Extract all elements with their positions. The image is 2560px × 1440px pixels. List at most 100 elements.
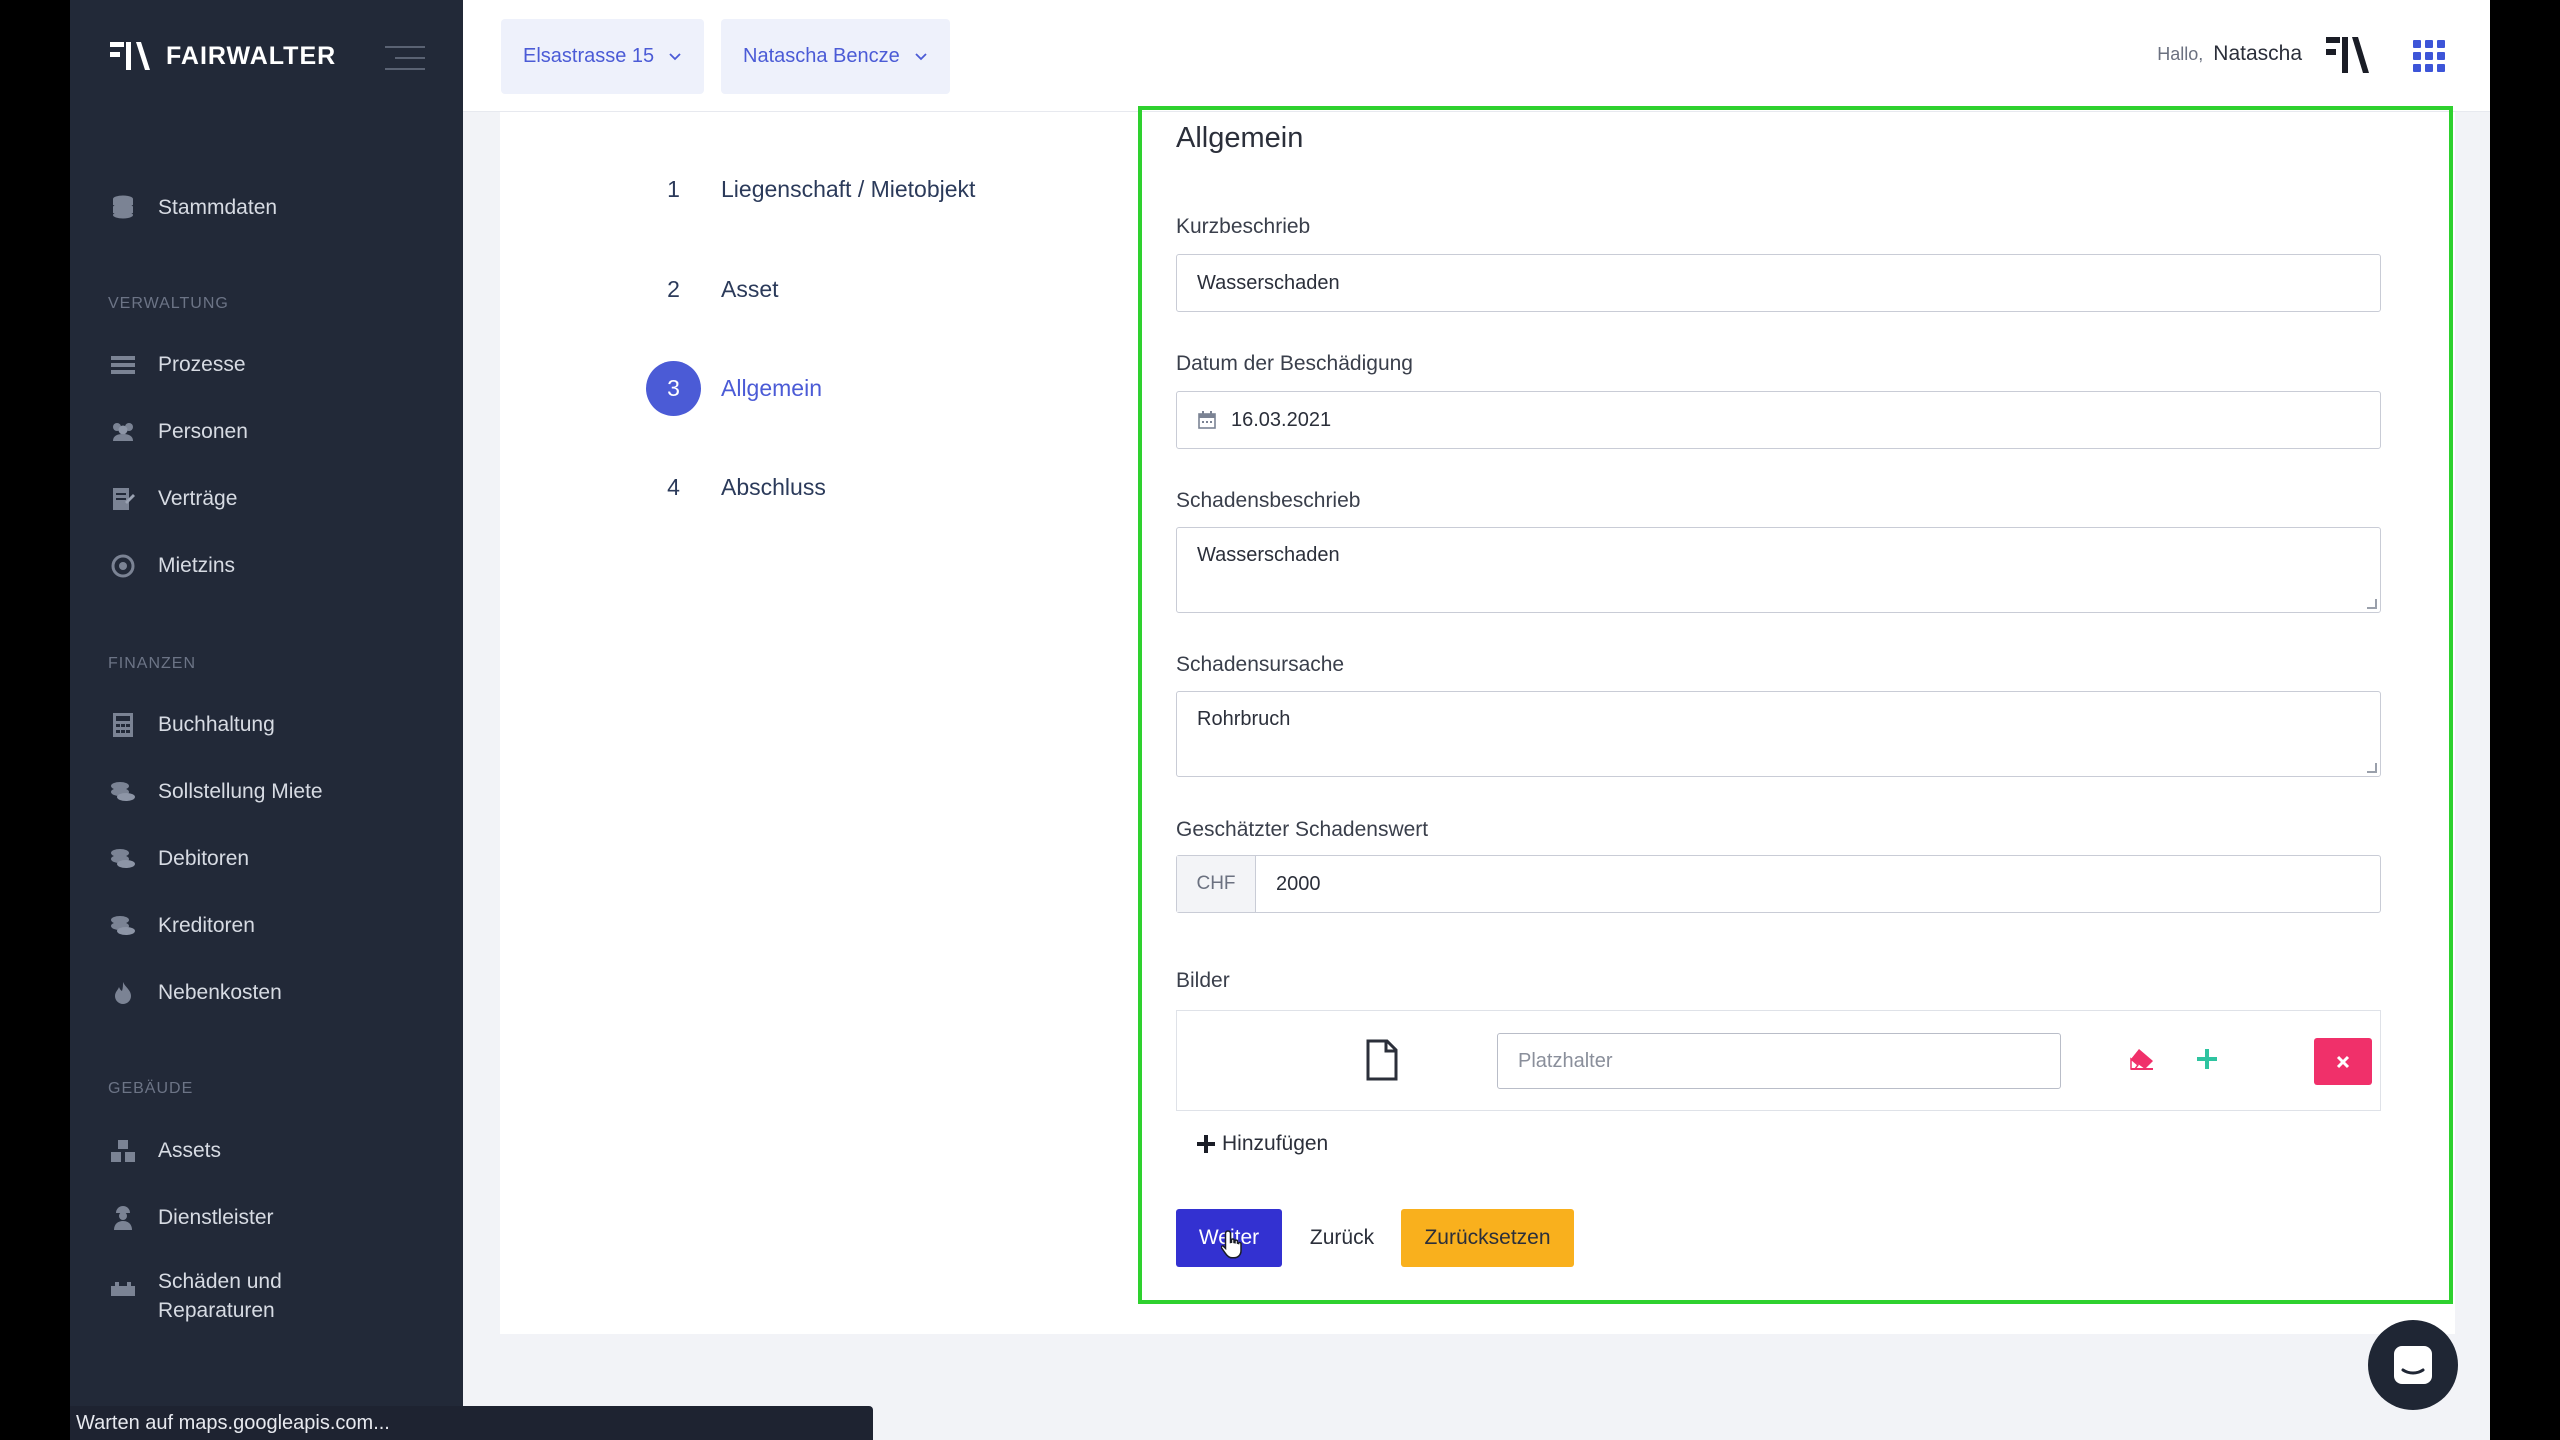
list-icon — [110, 352, 136, 378]
sidebar-item-stammdaten[interactable]: Stammdaten — [110, 195, 277, 221]
boxes-icon — [110, 1138, 136, 1164]
step-number: 4 — [667, 474, 680, 500]
step-number: 1 — [667, 176, 680, 202]
schadensursache-textarea[interactable]: Rohrbruch — [1176, 691, 2381, 777]
reset-button[interactable]: Zurücksetzen — [1401, 1209, 1574, 1267]
sidebar-item-label: Dienstleister — [158, 1206, 274, 1229]
menu-toggle-icon[interactable] — [385, 46, 425, 79]
bild-name-placeholder: Platzhalter — [1518, 1049, 1613, 1072]
sidebar-item-label: Schäden und Reparaturen — [158, 1270, 282, 1322]
sidebar-item-label: Kreditoren — [158, 914, 255, 937]
bilder-row: Platzhalter — [1176, 1010, 2381, 1111]
sidebar-item-mietzins[interactable]: Mietzins — [110, 553, 235, 579]
sidebar-item-debitoren[interactable]: Debitoren — [110, 846, 249, 872]
sidebar-item-prozesse[interactable]: Prozesse — [110, 352, 246, 378]
form-title: Allgemein — [1176, 122, 1304, 154]
resize-handle-icon[interactable] — [2367, 763, 2377, 773]
schadensbeschrieb-textarea[interactable]: Wasserschaden — [1176, 527, 2381, 613]
section-verwaltung: VERWALTUNG — [108, 295, 229, 312]
kurzbeschrieb-input[interactable]: Wasserschaden — [1176, 254, 2381, 312]
bild-name-input[interactable]: Platzhalter — [1497, 1033, 2061, 1089]
step-4[interactable]: 4 Abschluss — [646, 460, 826, 515]
sidebar-item-label: Buchhaltung — [158, 713, 275, 736]
calendar-icon — [1198, 411, 1216, 429]
datum-input[interactable]: 16.03.2021 — [1176, 391, 2381, 449]
file-icon[interactable] — [1365, 1039, 1399, 1081]
user-selector[interactable]: Natascha Bencze — [721, 19, 950, 94]
rent-icon — [110, 553, 136, 579]
browser-status-bar: Warten auf maps.googleapis.com... — [70, 1406, 873, 1440]
sidebar-item-label: Prozesse — [158, 353, 246, 376]
coins-icon — [110, 779, 136, 805]
sidebar: FAIRWALTER Stammdaten VERWALTUNG Prozess… — [70, 0, 463, 1440]
hand-cursor-icon — [1221, 1230, 1242, 1259]
sidebar-item-buchhaltung[interactable]: Buchhaltung — [110, 712, 275, 738]
brand-name: FAIRWALTER — [166, 41, 337, 70]
plus-icon — [1197, 1135, 1215, 1153]
property-selector[interactable]: Elsastrasse 15 — [501, 19, 705, 94]
kurzbeschrieb-label: Kurzbeschrieb — [1176, 215, 1311, 238]
remove-bild-button[interactable] — [2314, 1038, 2372, 1085]
chat-launcher-button[interactable] — [2368, 1320, 2458, 1410]
chevron-down-icon — [669, 52, 681, 60]
sidebar-item-vertraege[interactable]: Verträge — [110, 486, 237, 512]
step-2[interactable]: 2 Asset — [646, 262, 779, 317]
datum-value: 16.03.2021 — [1231, 408, 1332, 431]
brand-logo[interactable]: FAIRWALTER — [110, 40, 336, 72]
flame-icon — [110, 980, 136, 1006]
sidebar-item-label: Nebenkosten — [158, 981, 282, 1004]
step-label: Asset — [721, 276, 779, 302]
property-selector-label: Elsastrasse 15 — [523, 45, 655, 67]
sidebar-item-label: Assets — [158, 1139, 222, 1162]
step-number: 2 — [667, 276, 680, 302]
sidebar-item-kreditoren[interactable]: Kreditoren — [110, 913, 255, 939]
schadensbeschrieb-label: Schadensbeschrieb — [1176, 489, 1361, 512]
datum-label: Datum der Beschädigung — [1176, 352, 1413, 375]
top-header: Elsastrasse 15 Natascha Bencze Hallo, Nat… — [463, 0, 2490, 112]
currency-prefix: CHF — [1177, 856, 1256, 912]
step-1[interactable]: 1 Liegenschaft / Mietobjekt — [646, 162, 975, 217]
plus-icon[interactable] — [2195, 1047, 2219, 1071]
sidebar-item-sollstellung-miete[interactable]: Sollstellung Miete — [110, 779, 323, 805]
close-icon — [2336, 1055, 2350, 1068]
tools-icon — [110, 1277, 136, 1303]
coins-icon — [110, 913, 136, 939]
sidebar-item-label: Debitoren — [158, 847, 250, 870]
schadenswert-label: Geschätzter Schadenswert — [1176, 818, 1429, 841]
sidebar-item-label: Verträge — [158, 487, 238, 510]
users-icon — [110, 419, 136, 445]
section-finanzen: FINANZEN — [108, 655, 196, 672]
bilder-label: Bilder — [1176, 969, 1230, 992]
add-bild-button[interactable]: Hinzufügen — [1196, 1132, 1328, 1156]
worker-icon — [110, 1205, 136, 1231]
user-avatar-logo-icon[interactable] — [2326, 34, 2370, 76]
section-gebaeude: GEBÄUDE — [108, 1080, 194, 1097]
user-selector-label: Natascha Bencze — [743, 45, 900, 67]
step-label: Liegenschaft / Mietobjekt — [721, 176, 976, 202]
user-name: Natascha — [2213, 42, 2302, 65]
kurzbeschrieb-value: Wasserschaden — [1197, 271, 1340, 294]
sidebar-item-personen[interactable]: Personen — [110, 419, 248, 445]
schadensursache-label: Schadensursache — [1176, 653, 1345, 676]
back-button[interactable]: Zurück — [1306, 1209, 1378, 1267]
sidebar-item-label: Sollstellung Miete — [158, 780, 323, 803]
sidebar-item-label: Stammdaten — [158, 196, 278, 219]
chat-icon — [2394, 1346, 2432, 1384]
database-icon — [110, 195, 136, 221]
coins-icon — [110, 846, 136, 872]
sidebar-item-dienstleister[interactable]: Dienstleister — [110, 1205, 274, 1231]
schadenswert-value[interactable]: 2000 — [1256, 856, 1321, 912]
sidebar-item-nebenkosten[interactable]: Nebenkosten — [110, 980, 282, 1006]
add-bild-label: Hinzufügen — [1222, 1132, 1329, 1155]
schadenswert-input-group[interactable]: CHF 2000 — [1176, 855, 2381, 913]
step-3-active[interactable]: 3 Allgemein — [646, 361, 822, 416]
apps-grid-icon[interactable] — [2413, 40, 2445, 72]
schadensbeschrieb-value: Wasserschaden — [1197, 544, 1340, 566]
greeting-text: Hallo, — [2157, 44, 2204, 64]
sidebar-item-schaeden[interactable]: Schäden und Reparaturen — [110, 1267, 308, 1325]
schadensursache-value: Rohrbruch — [1197, 708, 1291, 730]
sidebar-item-assets[interactable]: Assets — [110, 1138, 221, 1164]
eraser-icon[interactable] — [2129, 1047, 2155, 1071]
sidebar-item-label: Personen — [158, 420, 248, 443]
resize-handle-icon[interactable] — [2367, 599, 2377, 609]
